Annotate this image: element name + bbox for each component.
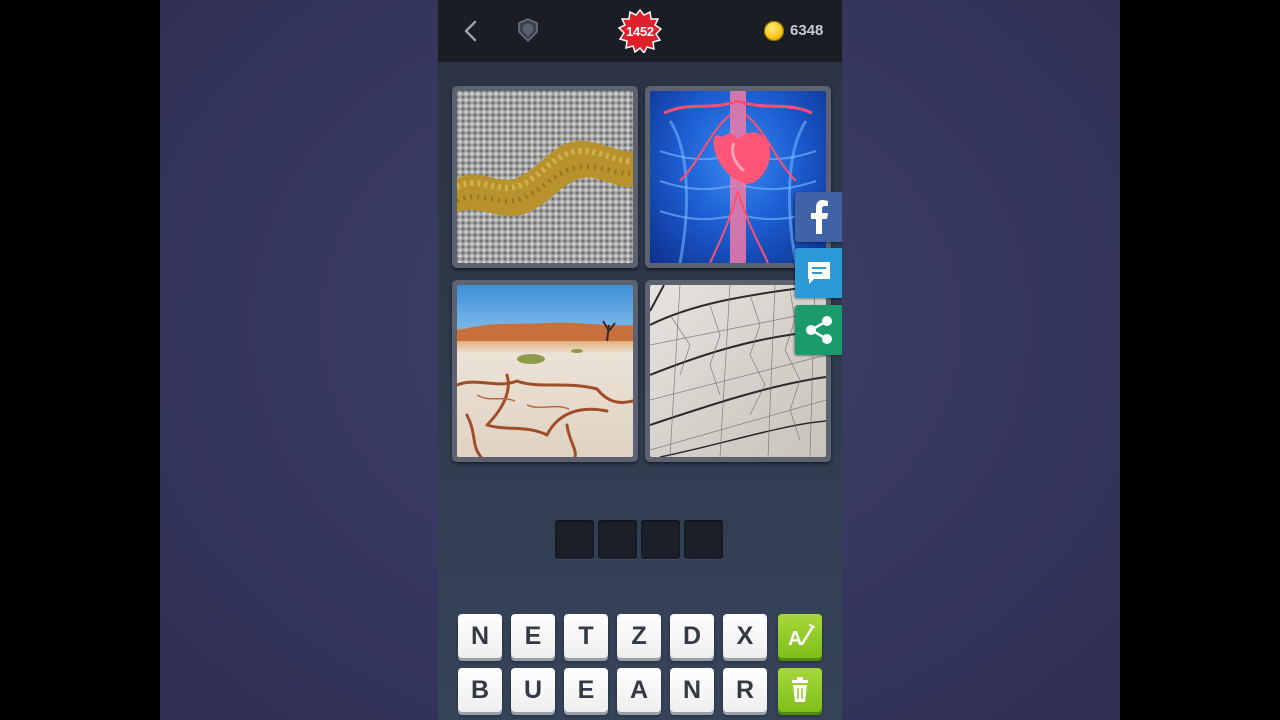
coin-icon	[764, 21, 784, 41]
picture-3[interactable]	[452, 280, 638, 462]
letter-key[interactable]: N	[458, 614, 502, 658]
letter-key[interactable]: E	[511, 614, 555, 658]
background: 1452 6348 N E T Z D X A B U E A N R	[160, 0, 1120, 720]
letter-key[interactable]: U	[511, 668, 555, 712]
top-bar: 1452 6348	[438, 0, 842, 62]
letter-key[interactable]: D	[670, 614, 714, 658]
shield-icon	[518, 18, 538, 43]
share-button[interactable]	[795, 305, 842, 355]
message-button[interactable]	[795, 248, 842, 298]
message-icon	[808, 262, 830, 284]
letter-key[interactable]: A	[617, 668, 661, 712]
chevron-left-icon	[464, 20, 477, 42]
game-screen: 1452 6348 N E T Z D X A B U E A N R	[438, 0, 842, 720]
letter-key[interactable]: X	[723, 614, 767, 658]
hint-shield-button[interactable]	[517, 17, 539, 43]
svg-text:A: A	[788, 628, 802, 650]
letter-key[interactable]: E	[564, 668, 608, 712]
answer-slots	[555, 520, 725, 560]
level-number: 1452	[626, 23, 654, 39]
cracked-desert-photo	[457, 285, 633, 457]
trash-icon	[792, 677, 808, 702]
facebook-icon	[811, 200, 828, 234]
reveal-letter-icon: A	[788, 624, 815, 650]
remove-letters-button[interactable]	[778, 668, 822, 712]
coin-count: 6348	[790, 22, 824, 39]
answer-slot[interactable]	[555, 520, 594, 559]
gold-vein-photo	[457, 91, 633, 263]
picture-1[interactable]	[452, 86, 638, 268]
level-badge: 1452	[617, 8, 663, 55]
answer-slot[interactable]	[598, 520, 637, 559]
answer-slot[interactable]	[641, 520, 680, 559]
letter-key[interactable]: T	[564, 614, 608, 658]
letter-key[interactable]: Z	[617, 614, 661, 658]
letter-key[interactable]: R	[723, 668, 767, 712]
answer-slot[interactable]	[684, 520, 723, 559]
letter-key[interactable]: B	[458, 668, 502, 712]
reveal-letter-button[interactable]: A	[778, 614, 822, 658]
facebook-button[interactable]	[795, 192, 842, 242]
letter-key[interactable]: N	[670, 668, 714, 712]
back-button[interactable]	[460, 17, 482, 45]
share-icon	[806, 316, 832, 344]
